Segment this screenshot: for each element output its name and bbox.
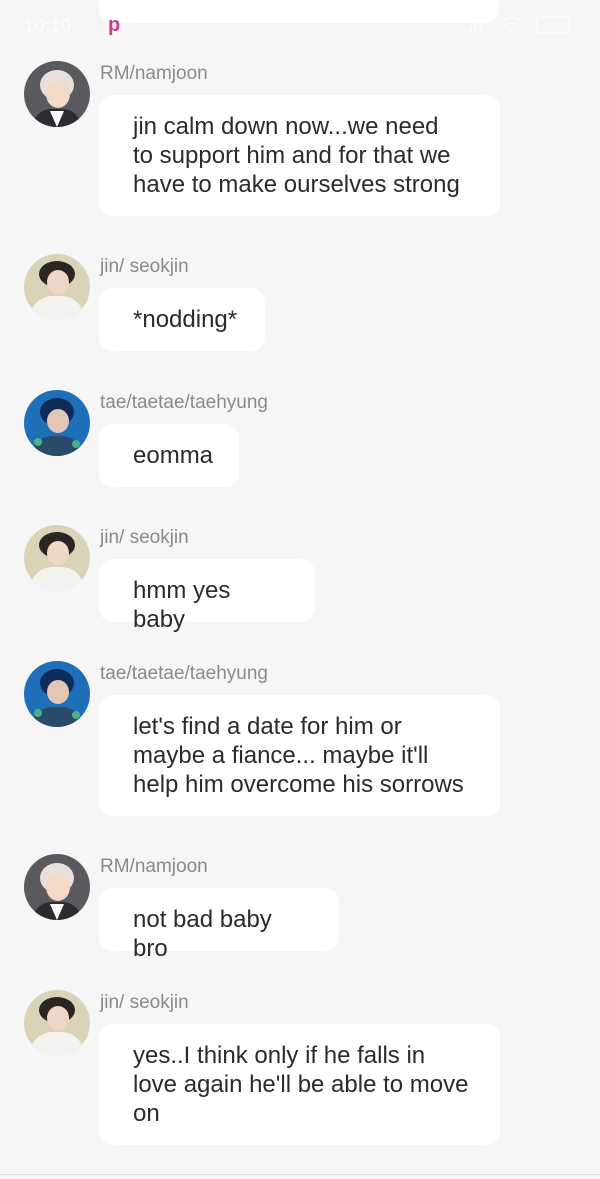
jin-avatar[interactable] [24, 525, 90, 591]
message-bubble: *nodding* [99, 288, 265, 351]
sender-name: tae/taetae/taehyung [100, 392, 268, 413]
message-bubble: let's find a date for him or maybe a fia… [99, 695, 500, 816]
sender-name: RM/namjoon [100, 63, 208, 84]
tae-avatar[interactable] [24, 661, 90, 727]
sender-name: jin/ seokjin [100, 527, 189, 548]
rm-avatar[interactable] [24, 854, 90, 920]
battery-icon: 24 [536, 16, 570, 34]
sender-name: jin/ seokjin [100, 992, 189, 1013]
wifi-icon [500, 17, 522, 32]
jin-avatar[interactable] [24, 254, 90, 320]
message-bubble: eomma [99, 424, 239, 487]
sender-name: RM/namjoon [100, 856, 208, 877]
app-notification-icon: p [108, 14, 121, 36]
rm-avatar[interactable] [24, 61, 90, 127]
signal-icon [464, 19, 482, 33]
divider [0, 1174, 600, 1175]
jin-avatar[interactable] [24, 990, 90, 1056]
status-bar: 10:10 p 24 [0, 0, 600, 52]
tae-avatar[interactable] [24, 390, 90, 456]
sender-name: jin/ seokjin [100, 256, 189, 277]
status-time: 10:10 [24, 16, 72, 36]
status-indicators: 24 [464, 16, 570, 34]
message-bubble: hmm yes baby [99, 559, 315, 633]
sender-name: tae/taetae/taehyung [100, 663, 268, 684]
message-bubble: yes..I think only if he falls in love ag… [99, 1024, 500, 1145]
message-bubble: not bad baby bro [99, 888, 339, 962]
message-bubble: jin calm down now...we need to support h… [99, 95, 500, 216]
